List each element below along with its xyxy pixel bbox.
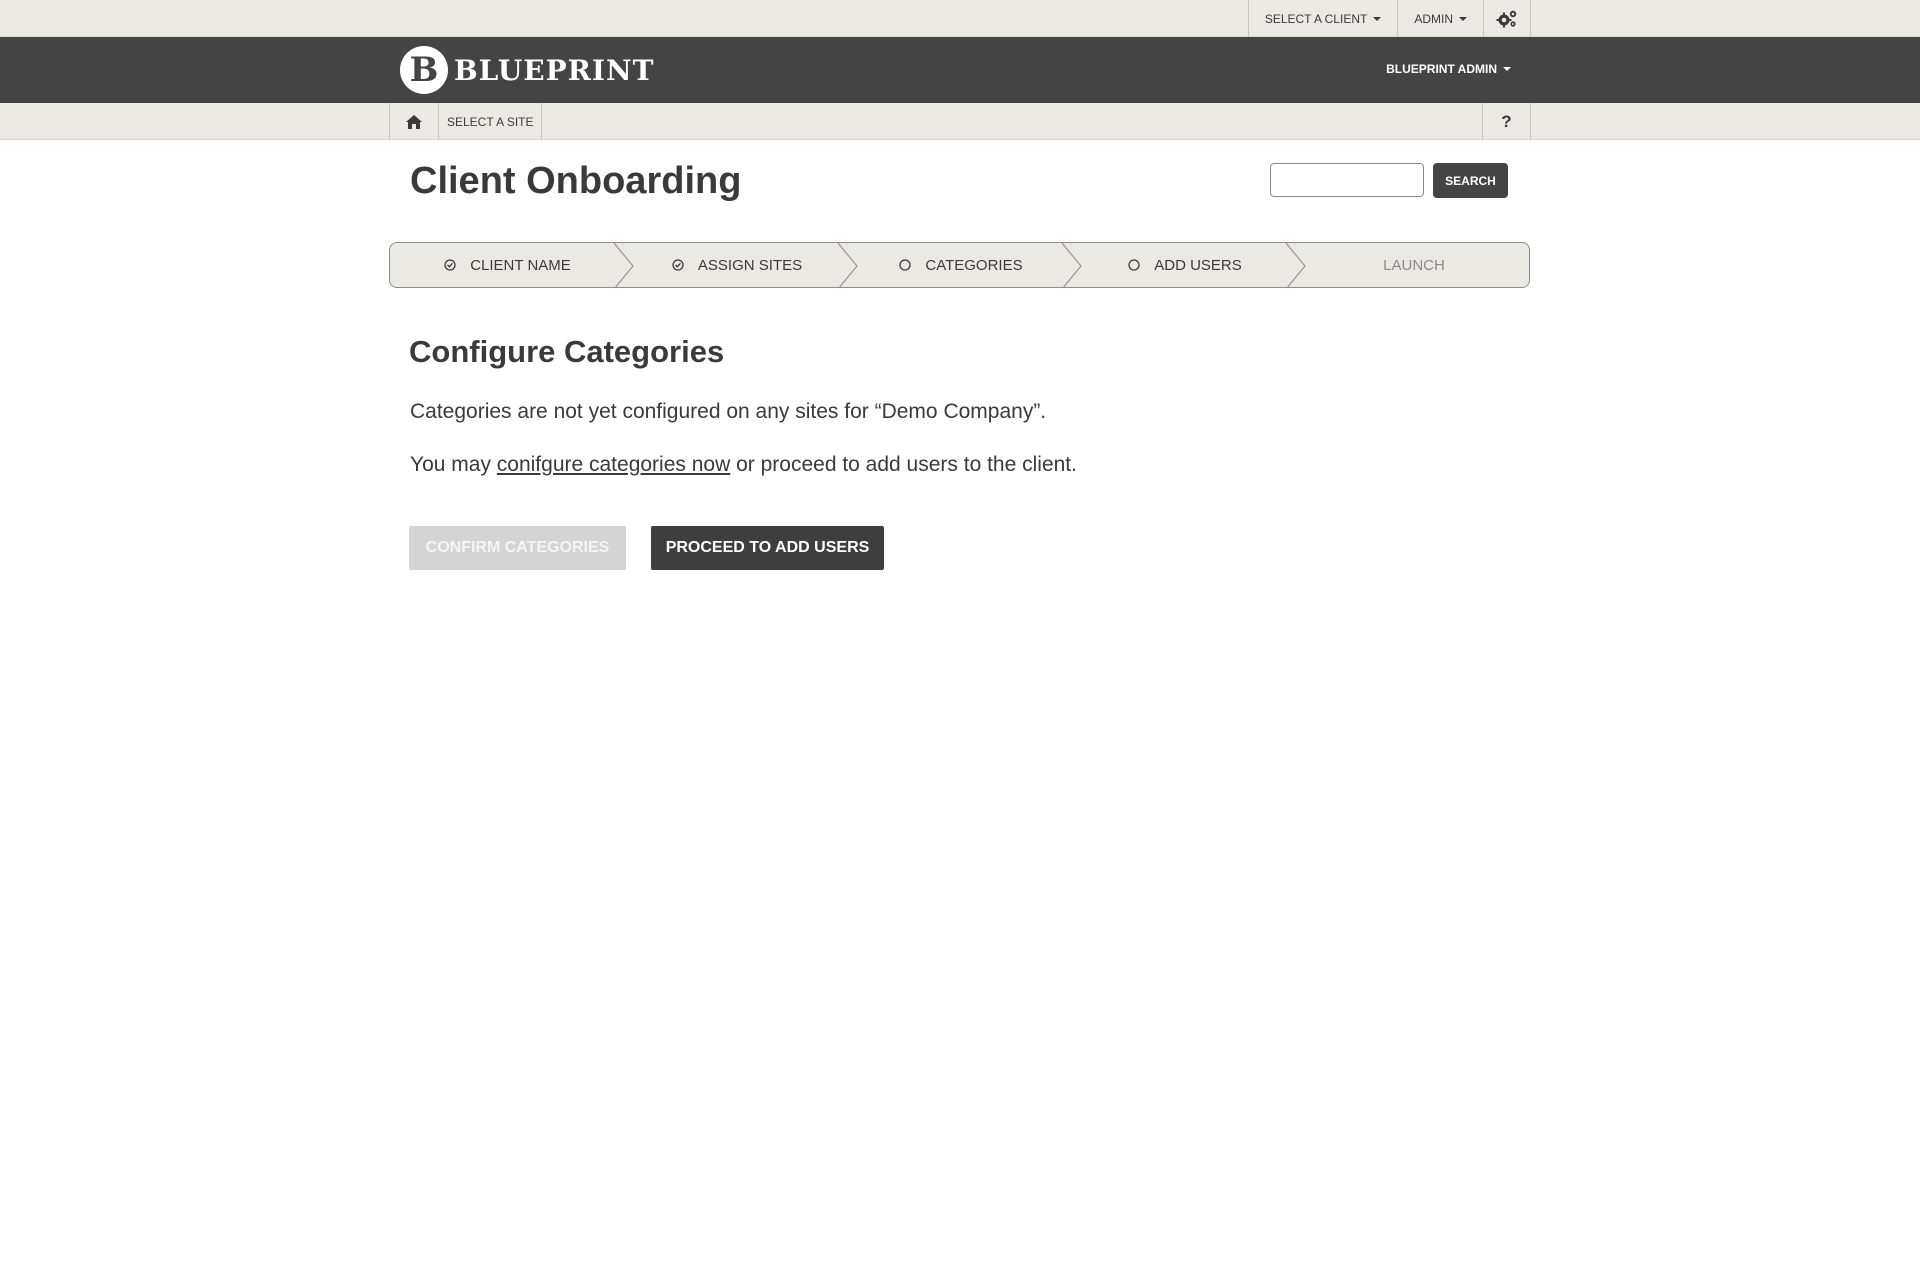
user-menu-label: BLUEPRINT ADMIN	[1386, 62, 1497, 76]
home-icon	[406, 114, 422, 129]
utility-bar: SELECT A CLIENT ADMIN	[0, 0, 1920, 37]
user-menu-dropdown[interactable]: BLUEPRINT ADMIN	[1386, 62, 1511, 76]
step-label: CATEGORIES	[925, 256, 1023, 274]
proceed-to-add-users-button[interactable]: PROCEED TO ADD USERS	[651, 526, 884, 570]
sub-nav-left: SELECT A SITE	[389, 103, 543, 140]
step-label: CLIENT NAME	[470, 256, 571, 274]
settings-button[interactable]	[1483, 0, 1531, 37]
main-header: B BLUEPRINT BLUEPRINT ADMIN	[0, 37, 1920, 103]
check-circle-icon	[444, 259, 456, 271]
logo-letter: B	[409, 50, 439, 90]
admin-dropdown[interactable]: ADMIN	[1397, 0, 1483, 37]
step-label: ASSIGN SITES	[697, 256, 803, 274]
blueprint-logo[interactable]: B BLUEPRINT	[400, 46, 654, 94]
section-title: Configure Categories	[409, 334, 725, 369]
check-circle-icon	[672, 259, 684, 271]
onboarding-wizard: CLIENT NAME ASSIGN SITES CATEGORIES ADD …	[389, 242, 1530, 288]
circle-icon	[899, 259, 912, 271]
instruction-suffix: or proceed to add users to the client.	[730, 453, 1077, 476]
admin-label: ADMIN	[1414, 11, 1453, 26]
step-label: LAUNCH	[1383, 256, 1445, 274]
configure-categories-link[interactable]: conifgure categories now	[497, 453, 730, 476]
logo-mark: B	[400, 46, 448, 94]
help-button[interactable]: ?	[1482, 103, 1531, 140]
search-input[interactable]	[1270, 163, 1424, 197]
page-title: Client Onboarding	[410, 160, 742, 202]
status-message: Categories are not yet configured on any…	[410, 400, 1047, 423]
circle-icon	[1128, 259, 1140, 271]
question-icon: ?	[1501, 111, 1512, 131]
utility-menu: SELECT A CLIENT ADMIN	[1247, 0, 1531, 37]
instruction-prefix: You may	[410, 453, 497, 476]
caret-down-icon	[1373, 16, 1382, 21]
logo-text: BLUEPRINT	[454, 53, 655, 87]
caret-down-icon	[1459, 16, 1467, 21]
select-site-label: SELECT A SITE	[447, 114, 534, 129]
gears-icon	[1496, 10, 1517, 27]
select-site-link[interactable]: SELECT A SITE	[438, 103, 543, 140]
confirm-categories-button[interactable]: CONFIRM CATEGORIES	[409, 526, 626, 570]
wizard-step-add-users[interactable]: ADD USERS	[1073, 243, 1297, 287]
wizard-step-assign-sites[interactable]: ASSIGN SITES	[625, 243, 849, 287]
home-button[interactable]	[389, 103, 438, 140]
instruction-message: You may conifgure categories now or proc…	[410, 453, 1077, 477]
caret-down-icon	[1503, 67, 1511, 71]
wizard-step-launch: LAUNCH	[1297, 243, 1529, 287]
select-client-label: SELECT A CLIENT	[1264, 11, 1368, 26]
search-button[interactable]: SEARCH	[1433, 163, 1508, 198]
select-client-dropdown[interactable]: SELECT A CLIENT	[1247, 0, 1398, 37]
wizard-step-categories[interactable]: CATEGORIES	[849, 243, 1073, 287]
wizard-step-client-name[interactable]: CLIENT NAME	[390, 243, 625, 287]
step-label: ADD USERS	[1154, 256, 1242, 274]
sub-nav: SELECT A SITE ?	[0, 103, 1920, 140]
